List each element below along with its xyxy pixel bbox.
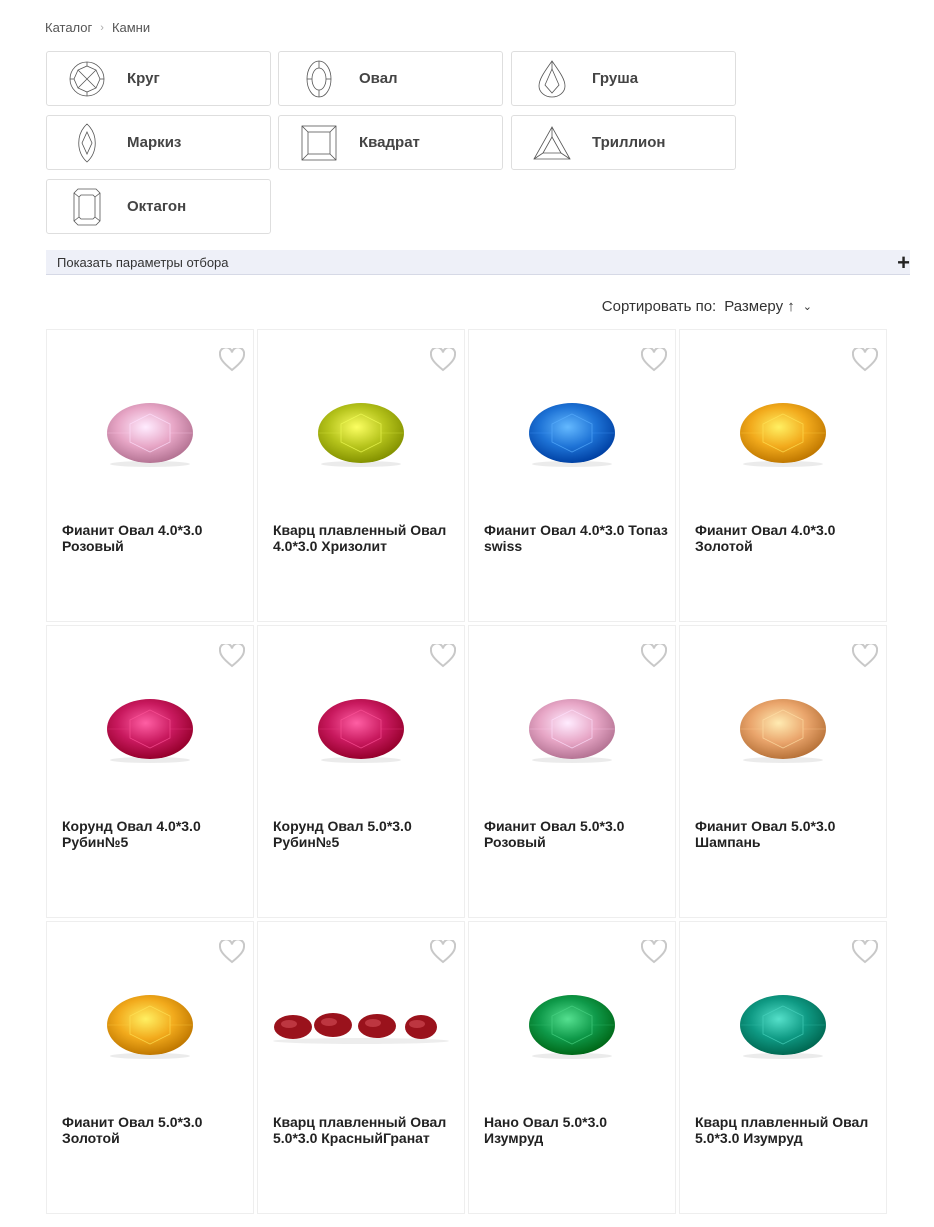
- product-card[interactable]: Фианит Овал 4.0*3.0 Топаз swiss: [468, 329, 676, 622]
- product-title[interactable]: Фианит Овал 5.0*3.0 Шампань: [695, 818, 880, 850]
- product-image[interactable]: [47, 390, 253, 480]
- product-image[interactable]: [469, 982, 675, 1072]
- heart-icon[interactable]: [429, 346, 457, 372]
- product-image[interactable]: [469, 390, 675, 480]
- shape-button-oval[interactable]: Овал: [278, 51, 503, 106]
- product-card[interactable]: Кварц плавленный Овал 4.0*3.0 Хризолит: [257, 329, 465, 622]
- shape-label: Квадрат: [359, 134, 420, 151]
- product-image[interactable]: [680, 982, 886, 1072]
- heart-icon[interactable]: [429, 938, 457, 964]
- heart-icon[interactable]: [218, 346, 246, 372]
- round-cut-icon: [47, 60, 127, 98]
- heart-icon[interactable]: [851, 938, 879, 964]
- plus-icon[interactable]: +: [897, 252, 910, 274]
- product-title[interactable]: Корунд Овал 5.0*3.0 Рубин№5: [273, 818, 458, 850]
- heart-icon[interactable]: [851, 346, 879, 372]
- shape-button-octagon[interactable]: Октагон: [46, 179, 271, 234]
- product-title[interactable]: Фианит Овал 4.0*3.0 Золотой: [695, 522, 880, 554]
- product-card[interactable]: Фианит Овал 4.0*3.0 Золотой: [679, 329, 887, 622]
- heart-icon[interactable]: [640, 642, 668, 668]
- heart-icon[interactable]: [218, 938, 246, 964]
- breadcrumb-catalog-link[interactable]: Каталог: [45, 20, 92, 35]
- product-image[interactable]: [469, 686, 675, 776]
- product-card[interactable]: Фианит Овал 5.0*3.0 Шампань: [679, 625, 887, 918]
- breadcrumb: Каталог › Камни: [45, 20, 150, 35]
- filter-label: Показать параметры отбора: [57, 254, 229, 270]
- shape-label: Триллион: [592, 134, 666, 151]
- heart-icon[interactable]: [851, 642, 879, 668]
- product-card[interactable]: Кварц плавленный Овал 5.0*3.0 КрасныйГра…: [257, 921, 465, 1214]
- product-image[interactable]: [258, 390, 464, 480]
- heart-icon[interactable]: [640, 938, 668, 964]
- heart-icon[interactable]: [640, 346, 668, 372]
- shape-button-square[interactable]: Квадрат: [278, 115, 503, 170]
- breadcrumb-separator: ›: [100, 21, 104, 34]
- product-card[interactable]: Корунд Овал 4.0*3.0 Рубин№5: [46, 625, 254, 918]
- product-card[interactable]: Фианит Овал 5.0*3.0 Золотой: [46, 921, 254, 1214]
- heart-icon[interactable]: [218, 642, 246, 668]
- product-image[interactable]: [258, 982, 464, 1072]
- product-title[interactable]: Фианит Овал 4.0*3.0 Розовый: [62, 522, 247, 554]
- shape-button-trillion[interactable]: Триллион: [511, 115, 736, 170]
- product-title[interactable]: Нано Овал 5.0*3.0 Изумруд: [484, 1114, 669, 1146]
- product-image[interactable]: [47, 686, 253, 776]
- product-image[interactable]: [680, 390, 886, 480]
- product-card[interactable]: Корунд Овал 5.0*3.0 Рубин№5: [257, 625, 465, 918]
- pear-cut-icon: [512, 59, 592, 99]
- breadcrumb-current: Камни: [111, 20, 151, 35]
- product-image[interactable]: [258, 686, 464, 776]
- shape-label: Круг: [127, 70, 160, 87]
- shape-button-pear[interactable]: Груша: [511, 51, 736, 106]
- octagon-cut-icon: [47, 187, 127, 227]
- heart-icon[interactable]: [429, 642, 457, 668]
- product-card[interactable]: Фианит Овал 5.0*3.0 Розовый: [468, 625, 676, 918]
- square-cut-icon: [279, 124, 359, 162]
- product-card[interactable]: Фианит Овал 4.0*3.0 Розовый: [46, 329, 254, 622]
- chevron-down-icon[interactable]: ⌄: [803, 300, 812, 313]
- product-title[interactable]: Кварц плавленный Овал 5.0*3.0 Изумруд: [695, 1114, 880, 1146]
- product-card[interactable]: Кварц плавленный Овал 5.0*3.0 Изумруд: [679, 921, 887, 1214]
- shape-button-round[interactable]: Круг: [46, 51, 271, 106]
- product-card[interactable]: Нано Овал 5.0*3.0 Изумруд: [468, 921, 676, 1214]
- shape-label: Груша: [592, 70, 639, 87]
- shape-filter-grid: Круг Овал Груша Маркиз Квадрат Триллион …: [46, 51, 739, 237]
- shape-label: Маркиз: [127, 134, 182, 151]
- product-title[interactable]: Фианит Овал 4.0*3.0 Топаз swiss: [484, 522, 669, 554]
- shape-label: Овал: [359, 70, 398, 87]
- sort-control: Сортировать по: Размеру ↑ ⌄: [602, 298, 812, 315]
- product-title[interactable]: Фианит Овал 5.0*3.0 Розовый: [484, 818, 669, 850]
- shape-label: Октагон: [127, 198, 187, 215]
- sort-label: Сортировать по:: [601, 298, 717, 315]
- product-title[interactable]: Кварц плавленный Овал 4.0*3.0 Хризолит: [273, 522, 458, 554]
- product-image[interactable]: [47, 982, 253, 1072]
- marquise-cut-icon: [47, 122, 127, 164]
- product-title[interactable]: Кварц плавленный Овал 5.0*3.0 КрасныйГра…: [273, 1114, 458, 1146]
- trillion-cut-icon: [512, 125, 592, 161]
- sort-select[interactable]: Размеру ↑: [724, 298, 795, 315]
- show-filters-toggle[interactable]: Показать параметры отбора +: [46, 250, 910, 275]
- shape-button-marquise[interactable]: Маркиз: [46, 115, 271, 170]
- product-title[interactable]: Фианит Овал 5.0*3.0 Золотой: [62, 1114, 247, 1146]
- product-title[interactable]: Корунд Овал 4.0*3.0 Рубин№5: [62, 818, 247, 850]
- oval-cut-icon: [279, 59, 359, 99]
- product-image[interactable]: [680, 686, 886, 776]
